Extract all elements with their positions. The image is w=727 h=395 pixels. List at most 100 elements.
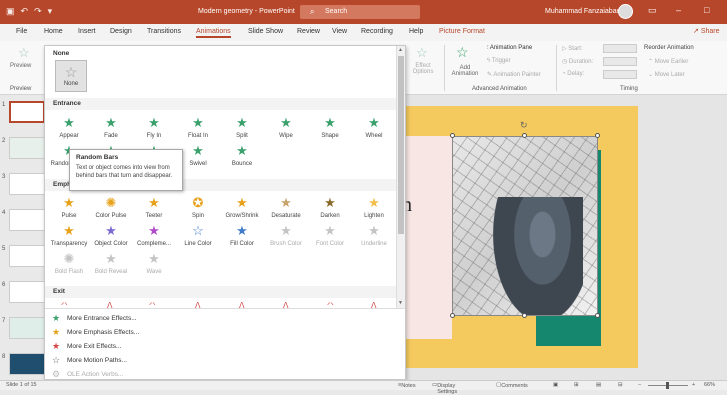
share-button[interactable]: ↗ Share <box>693 27 720 35</box>
resize-handle[interactable] <box>522 313 527 318</box>
tab-animations[interactable]: Animations <box>196 28 231 38</box>
slide-thumbnail[interactable] <box>9 281 45 303</box>
trigger-button[interactable]: ϟ Trigger <box>487 58 511 64</box>
reading-view-icon[interactable]: ▤ <box>596 382 601 388</box>
resize-handle[interactable] <box>522 133 527 138</box>
slide-thumbnail[interactable] <box>9 353 45 375</box>
scroll-up-icon[interactable]: ▲ <box>398 47 403 53</box>
animation-pane-button[interactable]: ⫶ Animation Pane <box>487 45 532 52</box>
gallery-scrollbar[interactable]: ▲ ▼ <box>396 46 405 308</box>
effect-label: Wheel <box>365 133 383 139</box>
scroll-down-icon[interactable]: ▼ <box>398 300 403 306</box>
effect-wheel[interactable]: ★ Wheel <box>354 116 394 140</box>
add-animation-icon[interactable]: ☆ <box>456 44 469 61</box>
effect-transparency[interactable]: ★ Transparency <box>49 224 89 248</box>
effect-appear[interactable]: ★ Appear <box>49 115 89 140</box>
redo-icon[interactable]: ↷ <box>34 6 42 17</box>
slide-thumbnail[interactable] <box>9 209 45 231</box>
appear-star-icon: ★ <box>63 115 75 130</box>
effect-fill-color[interactable]: ★ Fill Color <box>222 224 262 248</box>
preview-icon[interactable]: ☆ <box>18 45 30 61</box>
slide-thumbnail[interactable] <box>9 317 45 339</box>
effect-complementary-color[interactable]: ★ Compleme... <box>134 224 174 248</box>
animation-gallery: None ☆ None Entrance ★ Appear ★ Fade ★ Fly … <box>44 45 406 380</box>
more-exit-effects[interactable]: ★ More Exit Effects... <box>51 341 121 352</box>
maximize-icon[interactable]: □ <box>704 5 709 15</box>
resize-handle[interactable] <box>595 133 600 138</box>
effect-none[interactable]: ☆ None <box>55 60 87 92</box>
effect-swivel[interactable]: ★ Swivel <box>178 144 218 168</box>
display-settings-button[interactable]: ▭ Display Settings <box>432 382 457 395</box>
effect-color-pulse[interactable]: ✺ Color Pulse <box>91 196 131 220</box>
tab-picture-format[interactable]: Picture Format <box>439 28 485 35</box>
effect-fade[interactable]: ★ Fade <box>91 116 131 140</box>
zoom-out-icon[interactable]: − <box>638 382 641 388</box>
save-icon[interactable]: ▣ <box>6 6 15 17</box>
zoom-level[interactable]: 66% <box>704 382 715 388</box>
undo-icon[interactable]: ↶ <box>21 6 29 17</box>
move-later-button[interactable]: ⌄ Move Later <box>648 71 685 78</box>
slide-thumbnail[interactable] <box>9 245 45 267</box>
slide-photo[interactable] <box>452 136 598 316</box>
tab-review[interactable]: Review <box>297 28 320 35</box>
resize-handle[interactable] <box>450 133 455 138</box>
resize-handle[interactable] <box>450 313 455 318</box>
user-name[interactable]: Muhammad Fanzaiabadi <box>545 8 622 15</box>
tab-view[interactable]: View <box>332 28 347 35</box>
avatar[interactable] <box>618 4 633 19</box>
resize-handle[interactable] <box>595 313 600 318</box>
effect-grow-shrink[interactable]: ★ Grow/Shrink <box>222 196 262 220</box>
start-dropdown[interactable] <box>603 44 637 53</box>
add-animation-label[interactable]: Add Animation <box>449 65 481 77</box>
tab-help[interactable]: Help <box>409 28 423 35</box>
effect-lighten[interactable]: ★ Lighten <box>354 196 394 220</box>
slide-thumbnail[interactable] <box>9 173 45 195</box>
zoom-slider-thumb[interactable] <box>666 382 669 389</box>
normal-view-icon[interactable]: ▣ <box>553 382 558 388</box>
notes-button[interactable]: ≡ Notes <box>398 382 416 389</box>
effect-line-color[interactable]: ☆ Line Color <box>178 224 218 248</box>
effect-shape[interactable]: ★ Shape <box>310 116 350 140</box>
effect-desaturate[interactable]: ★ Desaturate <box>266 196 306 220</box>
effect-wipe[interactable]: ★ Wipe <box>266 116 306 140</box>
effect-options-icon[interactable]: ☆ <box>416 45 428 61</box>
effect-options-label[interactable]: Effect Options <box>408 63 438 75</box>
delay-field[interactable] <box>603 70 637 79</box>
animation-painter-button[interactable]: ✎ Animation Painter <box>487 71 541 78</box>
more-item-label: OLE Action Verbs... <box>67 371 124 378</box>
effect-bounce[interactable]: ★ Bounce <box>222 144 262 168</box>
preview-button-label[interactable]: Preview <box>10 63 31 69</box>
effect-pulse[interactable]: ★ Pulse <box>49 196 89 220</box>
tab-file[interactable]: File <box>16 28 27 35</box>
slide-thumbnail[interactable] <box>9 101 45 123</box>
effect-float-in[interactable]: ★ Float In <box>178 116 218 140</box>
tab-slide-show[interactable]: Slide Show <box>248 28 283 35</box>
tab-design[interactable]: Design <box>110 28 132 35</box>
customize-icon[interactable]: ▾ <box>48 6 53 17</box>
move-earlier-button[interactable]: ⌃ Move Earlier <box>648 58 688 65</box>
ribbon-display-icon[interactable]: ▭ <box>648 5 657 16</box>
zoom-in-icon[interactable]: + <box>692 382 695 388</box>
duration-field[interactable] <box>603 57 637 66</box>
slide-thumbnail[interactable] <box>9 137 45 159</box>
more-motion-paths[interactable]: ☆ More Motion Paths... <box>51 355 127 366</box>
tab-recording[interactable]: Recording <box>361 28 393 35</box>
effect-teeter[interactable]: ★ Teeter <box>134 196 174 220</box>
more-emphasis-effects[interactable]: ★ More Emphasis Effects... <box>51 327 139 338</box>
rotate-handle-icon[interactable]: ↻ <box>520 120 528 131</box>
search-box[interactable]: ⌕ Search <box>300 5 420 19</box>
tab-home[interactable]: Home <box>44 28 63 35</box>
tab-insert[interactable]: Insert <box>78 28 96 35</box>
effect-object-color[interactable]: ★ Object Color <box>91 224 131 248</box>
more-entrance-effects[interactable]: ★ More Entrance Effects... <box>51 313 137 324</box>
effect-spin[interactable]: ✪ Spin <box>178 196 218 220</box>
slideshow-icon[interactable]: ⊟ <box>618 382 623 388</box>
tab-transitions[interactable]: Transitions <box>147 28 181 35</box>
comments-button[interactable]: ▢ Comments <box>496 382 528 389</box>
effect-split[interactable]: ★ Split <box>222 116 262 140</box>
effect-darken[interactable]: ★ Darken <box>310 196 350 220</box>
scrollbar-thumb[interactable] <box>398 56 404 234</box>
slide-sorter-icon[interactable]: ⊞ <box>574 382 579 388</box>
effect-fly-in[interactable]: ★ Fly In <box>134 116 174 140</box>
minimize-icon[interactable]: – <box>676 5 681 15</box>
